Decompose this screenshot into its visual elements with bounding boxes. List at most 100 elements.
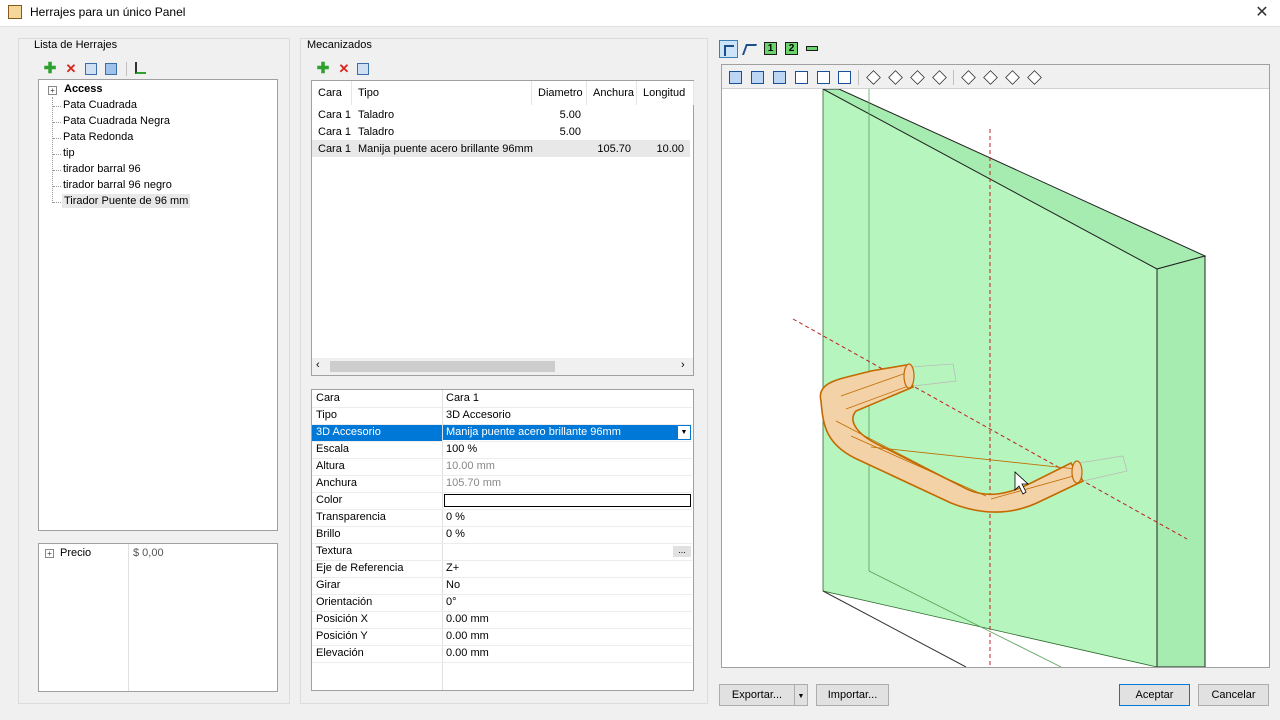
view-front-icon[interactable] [729, 71, 742, 84]
property-value[interactable]: 100 % [446, 443, 477, 455]
property-row[interactable]: Posición X 0.00 mm [312, 612, 692, 629]
property-row[interactable]: Brillo 0 % [312, 527, 692, 544]
property-row[interactable]: Altura 10.00 mm [312, 459, 692, 476]
column-header[interactable]: Longitud [637, 81, 694, 105]
grid-cell[interactable]: Taladro [358, 124, 394, 140]
property-row[interactable]: Color [312, 493, 692, 510]
grid-cell[interactable]: Cara 1 [318, 124, 351, 140]
property-value[interactable]: 105.70 mm [446, 477, 501, 489]
property-value[interactable]: Z+ [446, 562, 459, 574]
tree-item[interactable]: Pata Cuadrada Negra [63, 115, 170, 127]
cancel-button[interactable]: Cancelar [1198, 684, 1269, 706]
scroll-left-icon[interactable]: ‹ [316, 359, 320, 371]
tree-icon[interactable] [135, 62, 146, 74]
hardware-tree[interactable]: + Access Pata Cuadrada Pata Cuadrada Neg… [38, 79, 278, 531]
property-row[interactable]: Anchura 105.70 mm [312, 476, 692, 493]
view-top-icon[interactable] [817, 71, 830, 84]
property-row[interactable]: Transparencia 0 % [312, 510, 692, 527]
tree-item[interactable]: Pata Redonda [63, 131, 133, 143]
tree-item[interactable]: tip [63, 147, 75, 159]
view-2-icon[interactable]: 2 [785, 42, 798, 55]
view-right-icon[interactable] [795, 71, 808, 84]
3d-scene[interactable] [722, 89, 1269, 667]
scroll-thumb[interactable] [330, 361, 555, 372]
grid-cell[interactable]: Taladro [358, 107, 394, 123]
add-machining-icon[interactable]: ✚ [316, 61, 330, 76]
texture-browse-button[interactable]: ... [673, 546, 691, 557]
tree-guide [53, 122, 61, 123]
view-left-icon[interactable] [773, 71, 786, 84]
property-value[interactable]: 3D Accesorio [446, 409, 511, 421]
property-row-selected[interactable]: 3D Accesorio Manija puente acero brillan… [312, 425, 692, 442]
edit-icon[interactable] [105, 63, 117, 75]
property-row[interactable]: Escala 100 % [312, 442, 692, 459]
close-icon[interactable]: ✕ [1252, 2, 1272, 22]
expand-icon[interactable]: + [45, 549, 54, 558]
add-icon[interactable]: ✚ [43, 61, 57, 76]
tree-root-access[interactable]: Access [64, 83, 103, 95]
copy-icon[interactable] [85, 63, 97, 75]
property-row[interactable]: Textura ... [312, 544, 692, 561]
property-value[interactable]: 0° [446, 596, 457, 608]
cancel-label: Cancelar [1211, 689, 1256, 701]
copy-machining-icon[interactable] [357, 63, 369, 75]
column-header[interactable]: Tipo [352, 81, 532, 105]
price-label: Precio [60, 547, 92, 559]
property-row[interactable]: Elevación 0.00 mm [312, 646, 692, 663]
delete-icon[interactable]: ✕ [64, 62, 78, 76]
accept-label: Aceptar [1135, 689, 1174, 701]
expand-icon[interactable]: + [48, 86, 57, 95]
property-row[interactable]: Eje de Referencia Z+ [312, 561, 692, 578]
3d-viewer[interactable] [721, 64, 1270, 668]
tree-item[interactable]: tirador barral 96 negro [63, 179, 172, 191]
angle-tool-icon[interactable] [741, 44, 758, 55]
property-value[interactable]: 10.00 mm [446, 460, 495, 472]
select-tool-icon[interactable] [719, 40, 738, 58]
horizontal-scrollbar[interactable]: ‹ › [312, 358, 693, 375]
machining-grid[interactable]: Cara Tipo Diametro Anchura Longitud Cara… [311, 80, 694, 376]
property-value[interactable]: No [446, 579, 460, 591]
tree-item[interactable]: Pata Cuadrada [63, 99, 137, 111]
chevron-down-icon[interactable]: ▼ [678, 426, 690, 439]
grid-cell[interactable]: 105.70 [587, 141, 631, 157]
property-value[interactable]: 0.00 mm [446, 613, 489, 625]
minus-icon[interactable] [806, 46, 818, 51]
grid-cell[interactable]: Cara 1 [318, 107, 351, 123]
property-value[interactable]: 0.00 mm [446, 647, 489, 659]
tree-item-selected[interactable]: Tirador Puente de 96 mm [62, 194, 191, 208]
property-row[interactable]: Cara Cara 1 [312, 391, 692, 408]
property-value[interactable]: 0.00 mm [446, 630, 489, 642]
property-name: 3D Accesorio [316, 426, 381, 438]
column-header[interactable]: Diametro [532, 81, 587, 105]
column-header[interactable]: Cara [312, 81, 352, 105]
grid-cell[interactable]: 5.00 [532, 107, 581, 123]
import-button[interactable]: Importar... [816, 684, 889, 706]
tree-guide [53, 138, 61, 139]
color-swatch[interactable] [444, 494, 691, 507]
property-value[interactable]: Cara 1 [446, 392, 479, 404]
accept-button[interactable]: Aceptar [1119, 684, 1190, 706]
view-back-icon[interactable] [751, 71, 764, 84]
property-grid[interactable]: Cara Cara 1 Tipo 3D Accesorio 3D Accesorio… [311, 389, 694, 691]
scroll-right-icon[interactable]: › [681, 359, 685, 371]
property-name: Posición Y [316, 630, 368, 642]
property-row[interactable]: Tipo 3D Accesorio [312, 408, 692, 425]
accessory-dropdown[interactable]: Manija puente acero brillante 96mm ▼ [443, 425, 691, 440]
export-button[interactable]: Exportar... [719, 684, 795, 706]
chevron-down-icon: ▼ [797, 693, 805, 700]
grid-cell[interactable]: Manija puente acero brillante 96mm [358, 141, 533, 157]
column-header[interactable]: Anchura [587, 81, 637, 105]
view-1-icon[interactable]: 1 [764, 42, 777, 55]
grid-cell[interactable]: Cara 1 [318, 141, 351, 157]
export-dropdown-button[interactable]: ▼ [794, 684, 808, 706]
property-row[interactable]: Posición Y 0.00 mm [312, 629, 692, 646]
property-value[interactable]: 0 % [446, 528, 465, 540]
grid-cell[interactable]: 10.00 [637, 141, 684, 157]
delete-machining-icon[interactable]: ✕ [337, 62, 351, 76]
view-bottom-icon[interactable] [838, 71, 851, 84]
property-row[interactable]: Orientación 0° [312, 595, 692, 612]
grid-cell[interactable]: 5.00 [532, 124, 581, 140]
property-value[interactable]: 0 % [446, 511, 465, 523]
property-row[interactable]: Girar No [312, 578, 692, 595]
tree-item[interactable]: tirador barral 96 [63, 163, 141, 175]
